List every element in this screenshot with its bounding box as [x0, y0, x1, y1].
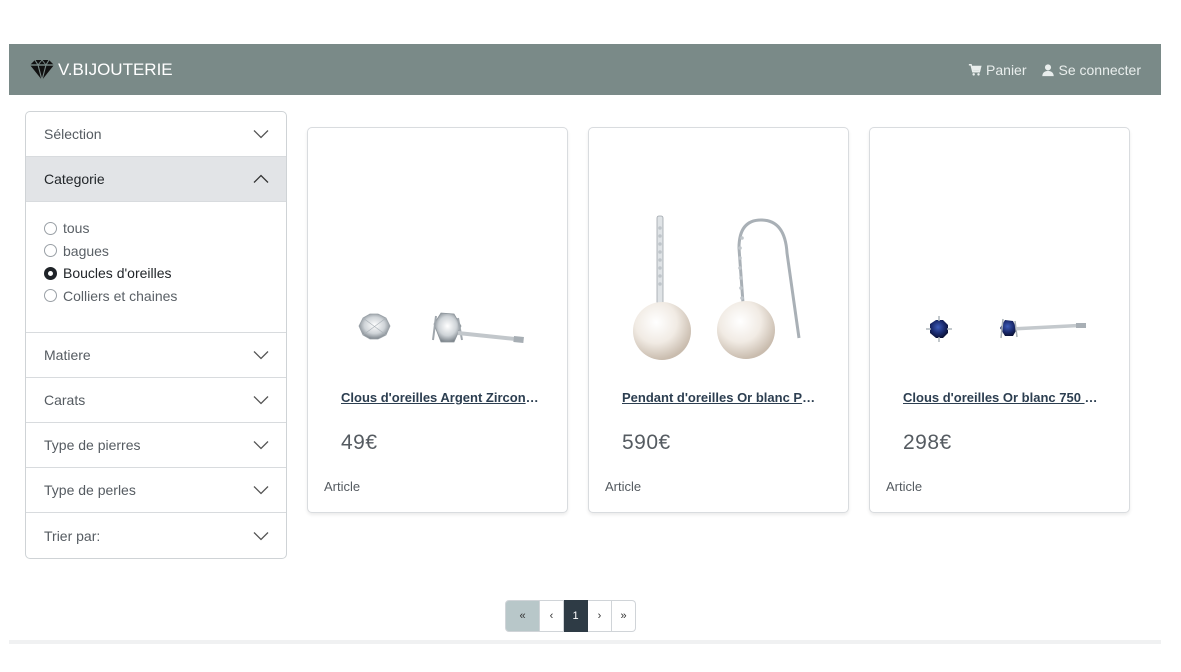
radio-button-selected[interactable] [44, 266, 57, 280]
last-page-button[interactable]: » [612, 600, 636, 632]
login-link[interactable]: Se connecter [1041, 61, 1142, 78]
chevron-up-icon [253, 174, 269, 183]
chevron-down-icon [253, 396, 269, 405]
accordion-label: Matiere [44, 347, 91, 363]
nav-right: Panier Se connecter [968, 62, 1141, 78]
radio-label: bagues [63, 242, 109, 259]
chevron-down-icon [253, 351, 269, 360]
brand-name: V.BIJOUTERIE [58, 59, 173, 79]
login-label: Se connecter [1058, 61, 1142, 78]
accordion-carats[interactable]: Carats [26, 378, 286, 423]
chevron-down-icon [253, 130, 269, 139]
navbar: V.BIJOUTERIE Panier Se connecter [9, 44, 1161, 95]
product-image[interactable] [308, 128, 567, 368]
page-button-current[interactable]: 1 [564, 600, 588, 632]
accordion-label: Carats [44, 392, 86, 408]
product-image[interactable] [589, 128, 848, 368]
product-card[interactable]: Clous d'oreilles Argent Zirconium 49€ Ar… [307, 127, 568, 513]
chevron-down-icon [253, 531, 269, 540]
radio-option-bagues[interactable]: bagues [44, 240, 268, 263]
user-icon [1041, 63, 1054, 76]
accordion-type-perles[interactable]: Type de perles [26, 468, 286, 513]
accordion-trier[interactable]: Trier par: [26, 513, 286, 558]
accordion-categorie[interactable]: Categorie [26, 157, 286, 202]
prev-page-button[interactable]: ‹ [540, 600, 564, 632]
accordion-label: Type de perles [44, 482, 136, 498]
diamond-icon [30, 58, 54, 82]
cart-label: Panier [986, 61, 1027, 78]
accordion-label: Trier par: [44, 527, 101, 544]
radio-label: Boucles d'oreilles [63, 265, 172, 281]
product-price: 590€ [622, 431, 671, 454]
cart-link[interactable]: Panier [968, 61, 1027, 78]
cart-icon [968, 63, 982, 76]
accordion-label: Categorie [44, 171, 105, 187]
categorie-options: tous bagues Boucles d'oreilles Colliers … [26, 202, 286, 333]
product-title-link[interactable]: Pendant d'oreilles Or blanc Perle [622, 390, 822, 405]
next-page-button[interactable]: › [588, 600, 612, 632]
chevron-down-icon [253, 486, 269, 495]
pagination: « ‹ 1 › » [505, 600, 636, 632]
radio-label: Colliers et chaines [63, 287, 178, 304]
product-title-link[interactable]: Clous d'oreilles Argent Zirconium [341, 390, 541, 405]
footer-divider [9, 640, 1161, 644]
accordion-label: Type de pierres [44, 437, 141, 453]
radio-button[interactable] [44, 244, 57, 258]
product-type: Article [886, 479, 923, 494]
chevron-down-icon [253, 441, 269, 450]
radio-label: tous [63, 220, 90, 236]
radio-option-tous[interactable]: tous [44, 217, 268, 240]
radio-option-boucles[interactable]: Boucles d'oreilles [44, 262, 268, 285]
accordion-label: Sélection [44, 126, 102, 142]
product-title-link[interactable]: Clous d'oreilles Or blanc 750 Saphir [903, 390, 1103, 405]
product-card[interactable]: Clous d'oreilles Or blanc 750 Saphir 298… [869, 127, 1130, 513]
radio-button[interactable] [44, 289, 57, 303]
accordion-selection[interactable]: Sélection [26, 112, 286, 157]
radio-button[interactable] [44, 221, 57, 235]
product-price: 49€ [341, 431, 378, 454]
radio-option-colliers[interactable]: Colliers et chaines [44, 285, 268, 308]
product-type: Article [605, 479, 642, 494]
product-image[interactable] [870, 128, 1129, 368]
product-card[interactable]: Pendant d'oreilles Or blanc Perle 590€ A… [588, 127, 849, 513]
accordion-type-pierres[interactable]: Type de pierres [26, 423, 286, 468]
accordion-matiere[interactable]: Matiere [26, 333, 286, 378]
product-type: Article [324, 479, 361, 494]
page: V.BIJOUTERIE Panier Se connecter Sélecti… [0, 0, 1181, 672]
first-page-button[interactable]: « [505, 600, 540, 632]
product-price: 298€ [903, 431, 952, 454]
filter-sidebar: Sélection Categorie tous bagues Boucles … [25, 111, 287, 559]
brand-link[interactable]: V.BIJOUTERIE [27, 58, 173, 82]
